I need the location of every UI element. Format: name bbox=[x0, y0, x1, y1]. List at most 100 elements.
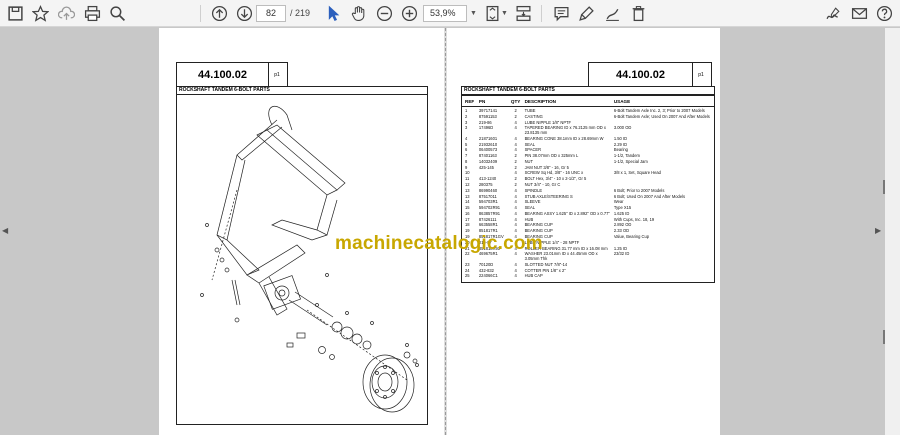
viewer-toolbar: 82 / 219 53,9% ▼ ▼ bbox=[0, 0, 900, 27]
table-row: 7 87401163 2 PIN 38.07mm OD x 325mm L 1-1/2,… bbox=[462, 153, 714, 159]
zoom-search-icon[interactable] bbox=[107, 3, 127, 23]
cell-ref: 13 bbox=[465, 187, 470, 193]
cell-pn: 87591153 bbox=[478, 113, 497, 119]
vertical-scrollbar[interactable] bbox=[885, 28, 900, 435]
cell-desc: TUBE bbox=[524, 108, 536, 113]
save-icon[interactable] bbox=[5, 3, 25, 23]
table-row: 2 87591153 2 CASTING 6-Bolt Tandem Axle; Use… bbox=[462, 113, 714, 120]
cell-pn: 86990460 bbox=[478, 187, 498, 193]
page-label: p1 bbox=[698, 71, 704, 78]
pdf-page-left: 44.100.02 p1 ROCKSHAFT TANDEM 6-BOLT PAR… bbox=[159, 28, 444, 435]
cell-desc: PIN 38.07mm OD x 325mm L bbox=[524, 153, 579, 159]
next-page-arrow-icon[interactable]: ▶ bbox=[875, 226, 881, 235]
section-title: ROCKSHAFT TANDEM 6-BOLT PARTS bbox=[461, 86, 715, 95]
cell-desc: HUB CAP bbox=[524, 273, 543, 279]
scrollbar-marker bbox=[883, 330, 885, 344]
cell-desc: BEARING ASSY 1.625" ID x 2.892" OD x 0.7… bbox=[524, 210, 610, 216]
table-row: 17 87426111 4 HUB With Cups, Inc. 18, 19 bbox=[462, 217, 714, 223]
section-title: ROCKSHAFT TANDEM 6-BOLT PARTS bbox=[176, 86, 428, 95]
cell-use: Type X15 bbox=[613, 205, 632, 211]
page-total: / 219 bbox=[290, 8, 311, 18]
cell-ref: 1 bbox=[465, 108, 468, 113]
cell-qty: 4 bbox=[514, 125, 517, 131]
table-row: 8 14032409 2 NUT 1-1/2, Special Jam bbox=[462, 158, 714, 165]
fit-page-icon[interactable] bbox=[482, 3, 502, 23]
table-row: 15 594702R91 4 SEAL Type X15 bbox=[462, 205, 714, 211]
prev-page-arrow-icon[interactable]: ◀ bbox=[2, 226, 8, 235]
table-row: 10 4 SCREW Sq Hd, 3/8" - 16 UNC x 3/8 x 1, … bbox=[462, 171, 714, 176]
cell-use: 23/32 ID bbox=[613, 251, 630, 257]
table-row: 5 21932610 4 SEAL 2.29 ID bbox=[462, 142, 714, 148]
chevron-down-icon[interactable]: ▼ bbox=[470, 10, 477, 17]
upload-icon[interactable] bbox=[56, 3, 76, 23]
cell-ref: 15 bbox=[465, 205, 470, 211]
chevron-down-icon[interactable]: ▼ bbox=[501, 10, 508, 17]
sign-icon[interactable] bbox=[823, 3, 843, 23]
cell-pn: 14032409 bbox=[478, 158, 498, 164]
table-row: 1 39717141 2 TUBE 6-Bolt Tandem Axle Inc. 2,… bbox=[462, 108, 714, 114]
cell-qty: 4 bbox=[514, 210, 517, 216]
cell-ref: 16 bbox=[465, 210, 470, 216]
doc-number: 44.100.02 bbox=[589, 63, 693, 86]
table-row: 24 432-832 4 COTTER PIN 1/8" x 2" bbox=[462, 268, 714, 274]
cell-qty: 2 bbox=[514, 181, 517, 187]
stamp-icon[interactable] bbox=[602, 3, 622, 23]
zoom-in-icon[interactable] bbox=[399, 3, 419, 23]
cell-desc: SLOTTED NUT 7/8"-14 bbox=[524, 261, 568, 267]
cursor-icon[interactable] bbox=[323, 3, 343, 23]
table-row: 12 280375 2 NUT 3/4" - 10, Gr C bbox=[462, 181, 714, 188]
cell-ref: 25 bbox=[465, 273, 470, 279]
delete-icon[interactable] bbox=[628, 3, 648, 23]
comment-icon[interactable] bbox=[551, 3, 571, 23]
cell-use: 6 Bolt; Prior to 2007 Models bbox=[613, 187, 665, 193]
cell-ref: 8 bbox=[465, 158, 468, 164]
cell-desc: SEAL bbox=[524, 205, 536, 211]
scrollbar-marker bbox=[883, 180, 885, 194]
scroll-mode-icon[interactable] bbox=[513, 3, 533, 23]
cell-qty: 4 bbox=[514, 187, 517, 193]
table-row: 9 425-145 2 JAM NUT 3/8" - 16, Gr 5 bbox=[462, 165, 714, 171]
parts-diagram bbox=[176, 95, 428, 425]
page-up-icon[interactable] bbox=[209, 3, 229, 23]
page-down-icon[interactable] bbox=[234, 3, 254, 23]
bookmark-icon[interactable] bbox=[30, 3, 50, 23]
cell-use: 3.000 OD bbox=[613, 125, 632, 131]
zoom-level-select[interactable]: 53,9% bbox=[423, 5, 467, 22]
watermark-text: machinecatalogic.com bbox=[335, 233, 543, 254]
cell-qty: 4 bbox=[514, 205, 517, 211]
table-row: 25 224066C1 4 HUB CAP bbox=[462, 274, 714, 279]
table-row: 3 17496D 4 TAPERED BEARING ID x 76.2125 mm … bbox=[462, 125, 714, 135]
toolbar-divider bbox=[541, 5, 542, 22]
cell-ref: 12 bbox=[465, 181, 470, 187]
table-row: 4 21871601 4 BEARING CONE 38.1mm ID x 28.69… bbox=[462, 135, 714, 142]
cell-use: 1-1/2, Special Jam bbox=[613, 158, 648, 164]
cell-use: 1.625 ID bbox=[613, 210, 630, 216]
cell-use bbox=[611, 269, 714, 274]
table-body: 1 39717141 2 TUBE 6-Bolt Tandem Axle Inc. 2,… bbox=[462, 107, 714, 282]
cell-pn: 224066C1 bbox=[478, 273, 498, 279]
cell-qty: 2 bbox=[514, 158, 517, 164]
print-icon[interactable] bbox=[82, 3, 102, 23]
hand-icon[interactable] bbox=[348, 3, 368, 23]
help-icon[interactable] bbox=[874, 3, 894, 23]
col-ref: REF bbox=[465, 98, 475, 104]
col-usage: USAGE bbox=[613, 98, 631, 104]
cell-pn: 21871601 bbox=[478, 135, 498, 141]
cell-qty: 2 bbox=[514, 108, 517, 113]
cell-use: 3/8 x 1, Set, Square Head bbox=[613, 170, 661, 176]
page-number-input[interactable]: 82 bbox=[256, 5, 286, 22]
cell-pn: 70120D bbox=[478, 261, 494, 267]
cell-qty: 4 bbox=[514, 261, 517, 267]
highlight-icon[interactable] bbox=[576, 3, 596, 23]
cell-use: 6-Bolt Tandem Axle Inc. 2, 3; Prior to 2… bbox=[613, 108, 705, 113]
cell-pn: 280375 bbox=[478, 181, 493, 187]
cell-use bbox=[611, 263, 714, 268]
mail-icon[interactable] bbox=[849, 3, 869, 23]
right-page-header: 44.100.02 p1 bbox=[588, 62, 712, 87]
cell-use bbox=[611, 274, 714, 279]
cell-ref: 7 bbox=[465, 153, 468, 159]
cell-use: 6 Bolt; Used On 2007 And After Models bbox=[613, 193, 686, 199]
doc-number: 44.100.02 bbox=[177, 63, 269, 86]
zoom-out-icon[interactable] bbox=[374, 3, 394, 23]
cell-desc: NUT 3/4" - 10, Gr C bbox=[524, 181, 561, 187]
